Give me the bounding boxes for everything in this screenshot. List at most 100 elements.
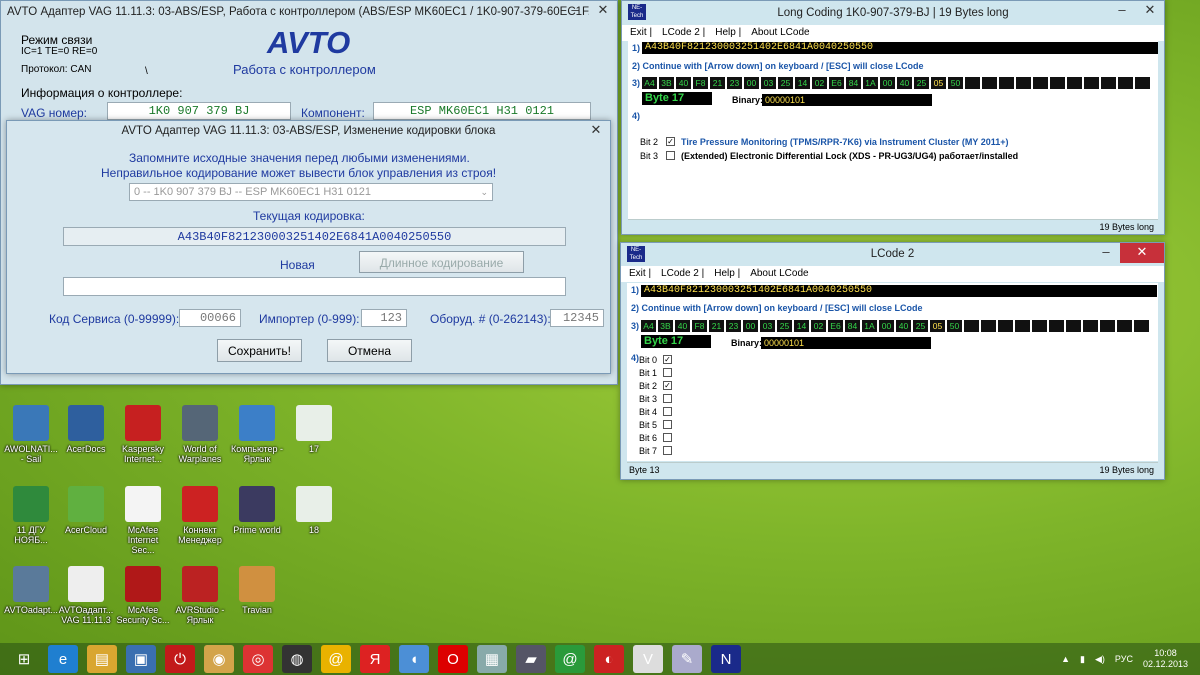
menu-lcode2[interactable]: LCode 2 | — [662, 25, 705, 41]
byte-cell[interactable]: 21 — [710, 77, 725, 89]
byte-cell[interactable]: 05 — [931, 77, 946, 89]
close-icon[interactable]: ✕ — [1136, 1, 1164, 21]
desktop-icon[interactable]: World of Warplanes — [172, 405, 228, 464]
vcds-icon[interactable]: V — [633, 645, 663, 673]
byte-cell[interactable]: E6 — [828, 320, 843, 332]
desktop-icon[interactable]: McAfee Internet Sec... — [115, 486, 171, 555]
desktop-icon[interactable]: AcerCloud — [58, 486, 114, 535]
byte-cell[interactable]: 50 — [947, 320, 962, 332]
byte-cell[interactable]: 00 — [744, 77, 759, 89]
ie-icon[interactable]: e — [48, 645, 78, 673]
byte-cell[interactable]: 40 — [676, 77, 691, 89]
desktop-icon[interactable]: McAfee Security Sc... — [115, 566, 171, 625]
desktop-icon[interactable]: AVTOadapt... — [3, 566, 59, 615]
desktop-icon[interactable]: 17 — [286, 405, 342, 454]
explorer-icon[interactable]: ▤ — [87, 645, 117, 673]
desktop-icon[interactable]: Коннект Менеджер — [172, 486, 228, 545]
menu-exit[interactable]: Exit | — [629, 266, 651, 282]
lc2-bit-checkbox[interactable] — [663, 420, 672, 429]
minimize-icon[interactable]: – — [1092, 243, 1120, 263]
byte-cell[interactable]: 05 — [930, 320, 945, 332]
byte-cell[interactable]: 23 — [727, 77, 742, 89]
lc2-title-bar[interactable]: NE- Tech LCode 2 – ✕ — [621, 243, 1164, 265]
byte-cell[interactable]: 02 — [811, 320, 826, 332]
lc2-hex-field[interactable]: A43B40F821230003251402E6841A0040250550 — [641, 285, 1157, 297]
byte-cell[interactable]: 40 — [896, 320, 911, 332]
lc2-bit-checkbox[interactable]: ✓ — [663, 381, 672, 390]
mail-icon[interactable]: @ — [321, 645, 351, 673]
device-icon[interactable]: ◉ — [204, 645, 234, 673]
tray-arrow-icon[interactable]: ▲ — [1061, 654, 1070, 664]
menu-about[interactable]: About LCode — [751, 25, 809, 41]
menu-lcode2[interactable]: LCode 2 | — [661, 266, 704, 282]
byte-cell[interactable]: E6 — [829, 77, 844, 89]
connect-icon[interactable]: ◐ — [594, 645, 624, 673]
module-select[interactable]: 0 -- 1K0 907 379 BJ -- ESP MK60EC1 H31 0… — [129, 183, 493, 201]
byte-cell[interactable]: 02 — [812, 77, 827, 89]
lc-title-bar[interactable]: NE- Tech Long Coding 1K0-907-379-BJ | 19 … — [622, 1, 1164, 25]
desktop-icon[interactable]: 11 ДГУ НОЯБ... — [3, 486, 59, 545]
title-bar[interactable]: AVTO Адаптер VAG 11.11.3: 03-ABS/ESP, Ра… — [1, 1, 617, 23]
desktop-icon[interactable]: AVRStudio - Ярлык — [172, 566, 228, 625]
menu-help[interactable]: Help | — [715, 25, 741, 41]
tanks-icon[interactable]: ▰ — [516, 645, 546, 673]
power-icon[interactable]: ⏻ — [165, 645, 195, 673]
byte-cell[interactable]: 50 — [948, 77, 963, 89]
app-icon[interactable]: ▣ — [126, 645, 156, 673]
lc2-bit-checkbox[interactable] — [663, 433, 672, 442]
netech-icon[interactable]: N — [711, 645, 741, 673]
media-icon[interactable]: ◍ — [282, 645, 312, 673]
byte-cell[interactable]: F8 — [693, 77, 708, 89]
byte-cell[interactable]: 25 — [778, 77, 793, 89]
close-icon[interactable]: ✕ — [582, 121, 610, 141]
network-icon[interactable]: ▮ — [1080, 654, 1085, 665]
calculator-icon[interactable]: ▦ — [477, 645, 507, 673]
desktop-icon[interactable]: Travian — [229, 566, 285, 615]
byte-cell[interactable]: 40 — [897, 77, 912, 89]
lc2-bit-checkbox[interactable]: ✓ — [663, 355, 672, 364]
chrome-icon[interactable]: ◎ — [243, 645, 273, 673]
byte-cell[interactable]: F8 — [692, 320, 707, 332]
importer-field[interactable]: 123 — [361, 309, 407, 327]
byte-cell[interactable]: 00 — [743, 320, 758, 332]
byte-cell[interactable]: A4 — [642, 77, 657, 89]
long-coding-button[interactable]: Длинное кодирование — [359, 251, 524, 273]
byte-cell[interactable]: 23 — [726, 320, 741, 332]
desktop-icon[interactable]: AVTOадапт... VAG 11.11.3 — [58, 566, 114, 625]
byte-cell[interactable]: 14 — [795, 77, 810, 89]
desktop-icon[interactable]: 18 — [286, 486, 342, 535]
byte-cell[interactable]: 03 — [761, 77, 776, 89]
minimize-icon[interactable]: – — [561, 1, 589, 21]
lc2-bit-checkbox[interactable] — [663, 368, 672, 377]
menu-help[interactable]: Help | — [714, 266, 740, 282]
menu-about[interactable]: About LCode — [750, 266, 808, 282]
byte-cell[interactable]: 25 — [913, 320, 928, 332]
byte-cell[interactable]: 40 — [675, 320, 690, 332]
byte-cell[interactable]: 00 — [879, 320, 894, 332]
lc2-bit-checkbox[interactable] — [663, 394, 672, 403]
lc-bit-checkbox[interactable]: ✓ — [666, 137, 675, 146]
byte-cell[interactable]: 84 — [845, 320, 860, 332]
byte-cell[interactable]: 00 — [880, 77, 895, 89]
minimize-icon[interactable]: – — [1108, 1, 1136, 21]
paint-icon[interactable]: ✎ — [672, 645, 702, 673]
byte-cell[interactable]: 84 — [846, 77, 861, 89]
service-code-field[interactable]: 00066 — [179, 309, 241, 327]
clock[interactable]: 10:08 02.12.2013 — [1143, 648, 1188, 670]
opera-icon[interactable]: O — [438, 645, 468, 673]
byte-cell[interactable]: A4 — [641, 320, 656, 332]
menu-exit[interactable]: Exit | — [630, 25, 652, 41]
desktop-icon[interactable]: Kaspersky Internet... — [115, 405, 171, 464]
desktop-icon[interactable]: AcerDocs — [58, 405, 114, 454]
sound-icon[interactable]: ◖ — [399, 645, 429, 673]
equipment-field[interactable]: 12345 — [550, 309, 604, 327]
keyboard-language[interactable]: РУС — [1115, 654, 1133, 664]
lc2-bit-checkbox[interactable] — [663, 407, 672, 416]
byte-cell[interactable]: 25 — [777, 320, 792, 332]
new-coding-input[interactable] — [63, 277, 566, 296]
byte-cell[interactable]: 03 — [760, 320, 775, 332]
close-icon[interactable]: ✕ — [1120, 243, 1164, 263]
volume-icon[interactable]: ◀) — [1095, 654, 1105, 665]
byte-cell[interactable]: 25 — [914, 77, 929, 89]
at-icon[interactable]: @ — [555, 645, 585, 673]
